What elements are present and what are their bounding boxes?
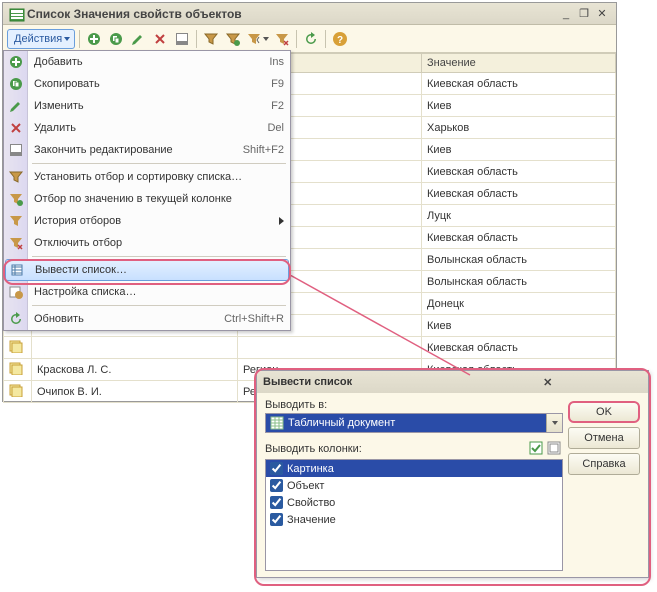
finish-icon bbox=[8, 142, 24, 158]
help-button[interactable]: ? bbox=[330, 29, 350, 49]
toolbar: Действия ? bbox=[3, 25, 616, 53]
row-icon bbox=[9, 383, 21, 395]
delete-icon bbox=[8, 120, 24, 136]
menu-delete[interactable]: Удалить Del bbox=[4, 117, 290, 139]
minimize-button[interactable]: _ bbox=[558, 7, 574, 21]
cell-value: Киевская область bbox=[422, 227, 616, 249]
col-checkbox[interactable] bbox=[270, 462, 283, 475]
row-icon bbox=[9, 339, 21, 351]
cell-object: Краскова Л. С. bbox=[32, 359, 238, 381]
help-button[interactable]: Справка bbox=[568, 453, 640, 475]
export-icon bbox=[10, 262, 26, 278]
cell-value: Киевская область bbox=[422, 73, 616, 95]
row-icon bbox=[9, 361, 21, 373]
dialog-title: Вывести список bbox=[263, 376, 452, 388]
menu-list-settings[interactable]: Настройка списка… bbox=[4, 281, 290, 303]
actions-button[interactable]: Действия bbox=[7, 29, 75, 49]
uncheck-all-button[interactable] bbox=[547, 441, 563, 457]
edit-button[interactable] bbox=[128, 29, 148, 49]
svg-text:?: ? bbox=[337, 35, 343, 46]
list-item[interactable]: Значение bbox=[266, 511, 562, 528]
submenu-arrow-icon bbox=[279, 217, 284, 225]
add-icon bbox=[8, 54, 24, 70]
actions-menu: Добавить Ins Скопировать F9 Изменить F2 … bbox=[3, 50, 291, 331]
delete-button[interactable] bbox=[150, 29, 170, 49]
cell-value: Луцк bbox=[422, 205, 616, 227]
cell-property bbox=[238, 337, 422, 359]
chevron-down-icon bbox=[64, 37, 70, 41]
menu-filter-by-value[interactable]: Отбор по значению в текущей колонке bbox=[4, 188, 290, 210]
add-button[interactable] bbox=[84, 29, 104, 49]
clear-filter-button[interactable] bbox=[272, 29, 292, 49]
menu-export-list[interactable]: Вывести список… bbox=[5, 259, 289, 281]
edit-icon bbox=[8, 98, 24, 114]
menu-filter-history[interactable]: История отборов bbox=[4, 210, 290, 232]
cancel-button[interactable]: Отмена bbox=[568, 427, 640, 449]
ok-button[interactable]: OK bbox=[568, 401, 640, 423]
output-to-label: Выводить в: bbox=[265, 399, 563, 411]
filter-history-button[interactable] bbox=[245, 29, 270, 49]
copy-icon bbox=[8, 76, 24, 92]
cell-value: Волынская область bbox=[422, 249, 616, 271]
cell-value: Киевская область bbox=[422, 161, 616, 183]
list-item[interactable]: Свойство bbox=[266, 494, 562, 511]
finish-edit-button[interactable] bbox=[172, 29, 192, 49]
menu-finish-edit[interactable]: Закончить редактирование Shift+F2 bbox=[4, 139, 290, 161]
menu-copy[interactable]: Скопировать F9 bbox=[4, 73, 290, 95]
cell-value: Киев bbox=[422, 95, 616, 117]
clear-filter-icon bbox=[8, 235, 24, 251]
list-item[interactable]: Объект bbox=[266, 477, 562, 494]
columns-label: Выводить колонки: bbox=[265, 443, 527, 455]
menu-clear-filter[interactable]: Отключить отбор bbox=[4, 232, 290, 254]
filter-value-icon bbox=[8, 191, 24, 207]
output-to-value: Табличный документ bbox=[288, 417, 546, 429]
window-icon bbox=[9, 7, 23, 21]
filter-icon bbox=[8, 169, 24, 185]
cell-value: Киев bbox=[422, 139, 616, 161]
cell-object: Очипок В. И. bbox=[32, 381, 238, 403]
columns-listbox[interactable]: Картинка Объект Свойство Значение bbox=[265, 459, 563, 571]
col-checkbox[interactable] bbox=[270, 496, 283, 509]
list-item[interactable]: Картинка bbox=[266, 460, 562, 477]
cell-object bbox=[32, 337, 238, 359]
titlebar: Список Значения свойств объектов _ ❐ ✕ bbox=[3, 3, 616, 25]
check-all-button[interactable] bbox=[529, 441, 545, 457]
cell-value: Волынская область bbox=[422, 271, 616, 293]
filter-history-icon bbox=[8, 213, 24, 229]
window-title: Список Значения свойств объектов bbox=[27, 7, 556, 21]
cell-value: Киевская область bbox=[422, 337, 616, 359]
cell-value: Харьков bbox=[422, 117, 616, 139]
settings-list-icon bbox=[8, 284, 24, 300]
spreadsheet-icon bbox=[270, 416, 284, 430]
cell-value: Киев bbox=[422, 315, 616, 337]
actions-label: Действия bbox=[14, 33, 62, 45]
menu-set-filter[interactable]: Установить отбор и сортировку списка… bbox=[4, 166, 290, 188]
filter-settings-button[interactable] bbox=[201, 29, 221, 49]
copy-button[interactable] bbox=[106, 29, 126, 49]
maximize-button[interactable]: ❐ bbox=[576, 7, 592, 21]
cell-value: Киевская область bbox=[422, 183, 616, 205]
refresh-button[interactable] bbox=[301, 29, 321, 49]
refresh-icon bbox=[8, 311, 24, 327]
col-checkbox[interactable] bbox=[270, 479, 283, 492]
menu-edit[interactable]: Изменить F2 bbox=[4, 95, 290, 117]
col-checkbox[interactable] bbox=[270, 513, 283, 526]
filter-value-button[interactable] bbox=[223, 29, 243, 49]
menu-refresh[interactable]: Обновить Ctrl+Shift+R bbox=[4, 308, 290, 330]
close-button[interactable]: ✕ bbox=[594, 7, 610, 21]
col-value[interactable]: Значение bbox=[422, 54, 616, 73]
table-row[interactable]: Киевская область bbox=[4, 337, 616, 359]
combo-dropdown-button[interactable] bbox=[546, 414, 562, 432]
dialog-titlebar: Вывести список ✕ bbox=[257, 371, 648, 393]
menu-add[interactable]: Добавить Ins bbox=[4, 51, 290, 73]
cell-value: Донецк bbox=[422, 293, 616, 315]
dialog-close-button[interactable]: ✕ bbox=[454, 375, 643, 389]
export-dialog: Вывести список ✕ Выводить в: Табличный д… bbox=[256, 370, 649, 578]
output-to-combo[interactable]: Табличный документ bbox=[265, 413, 563, 433]
